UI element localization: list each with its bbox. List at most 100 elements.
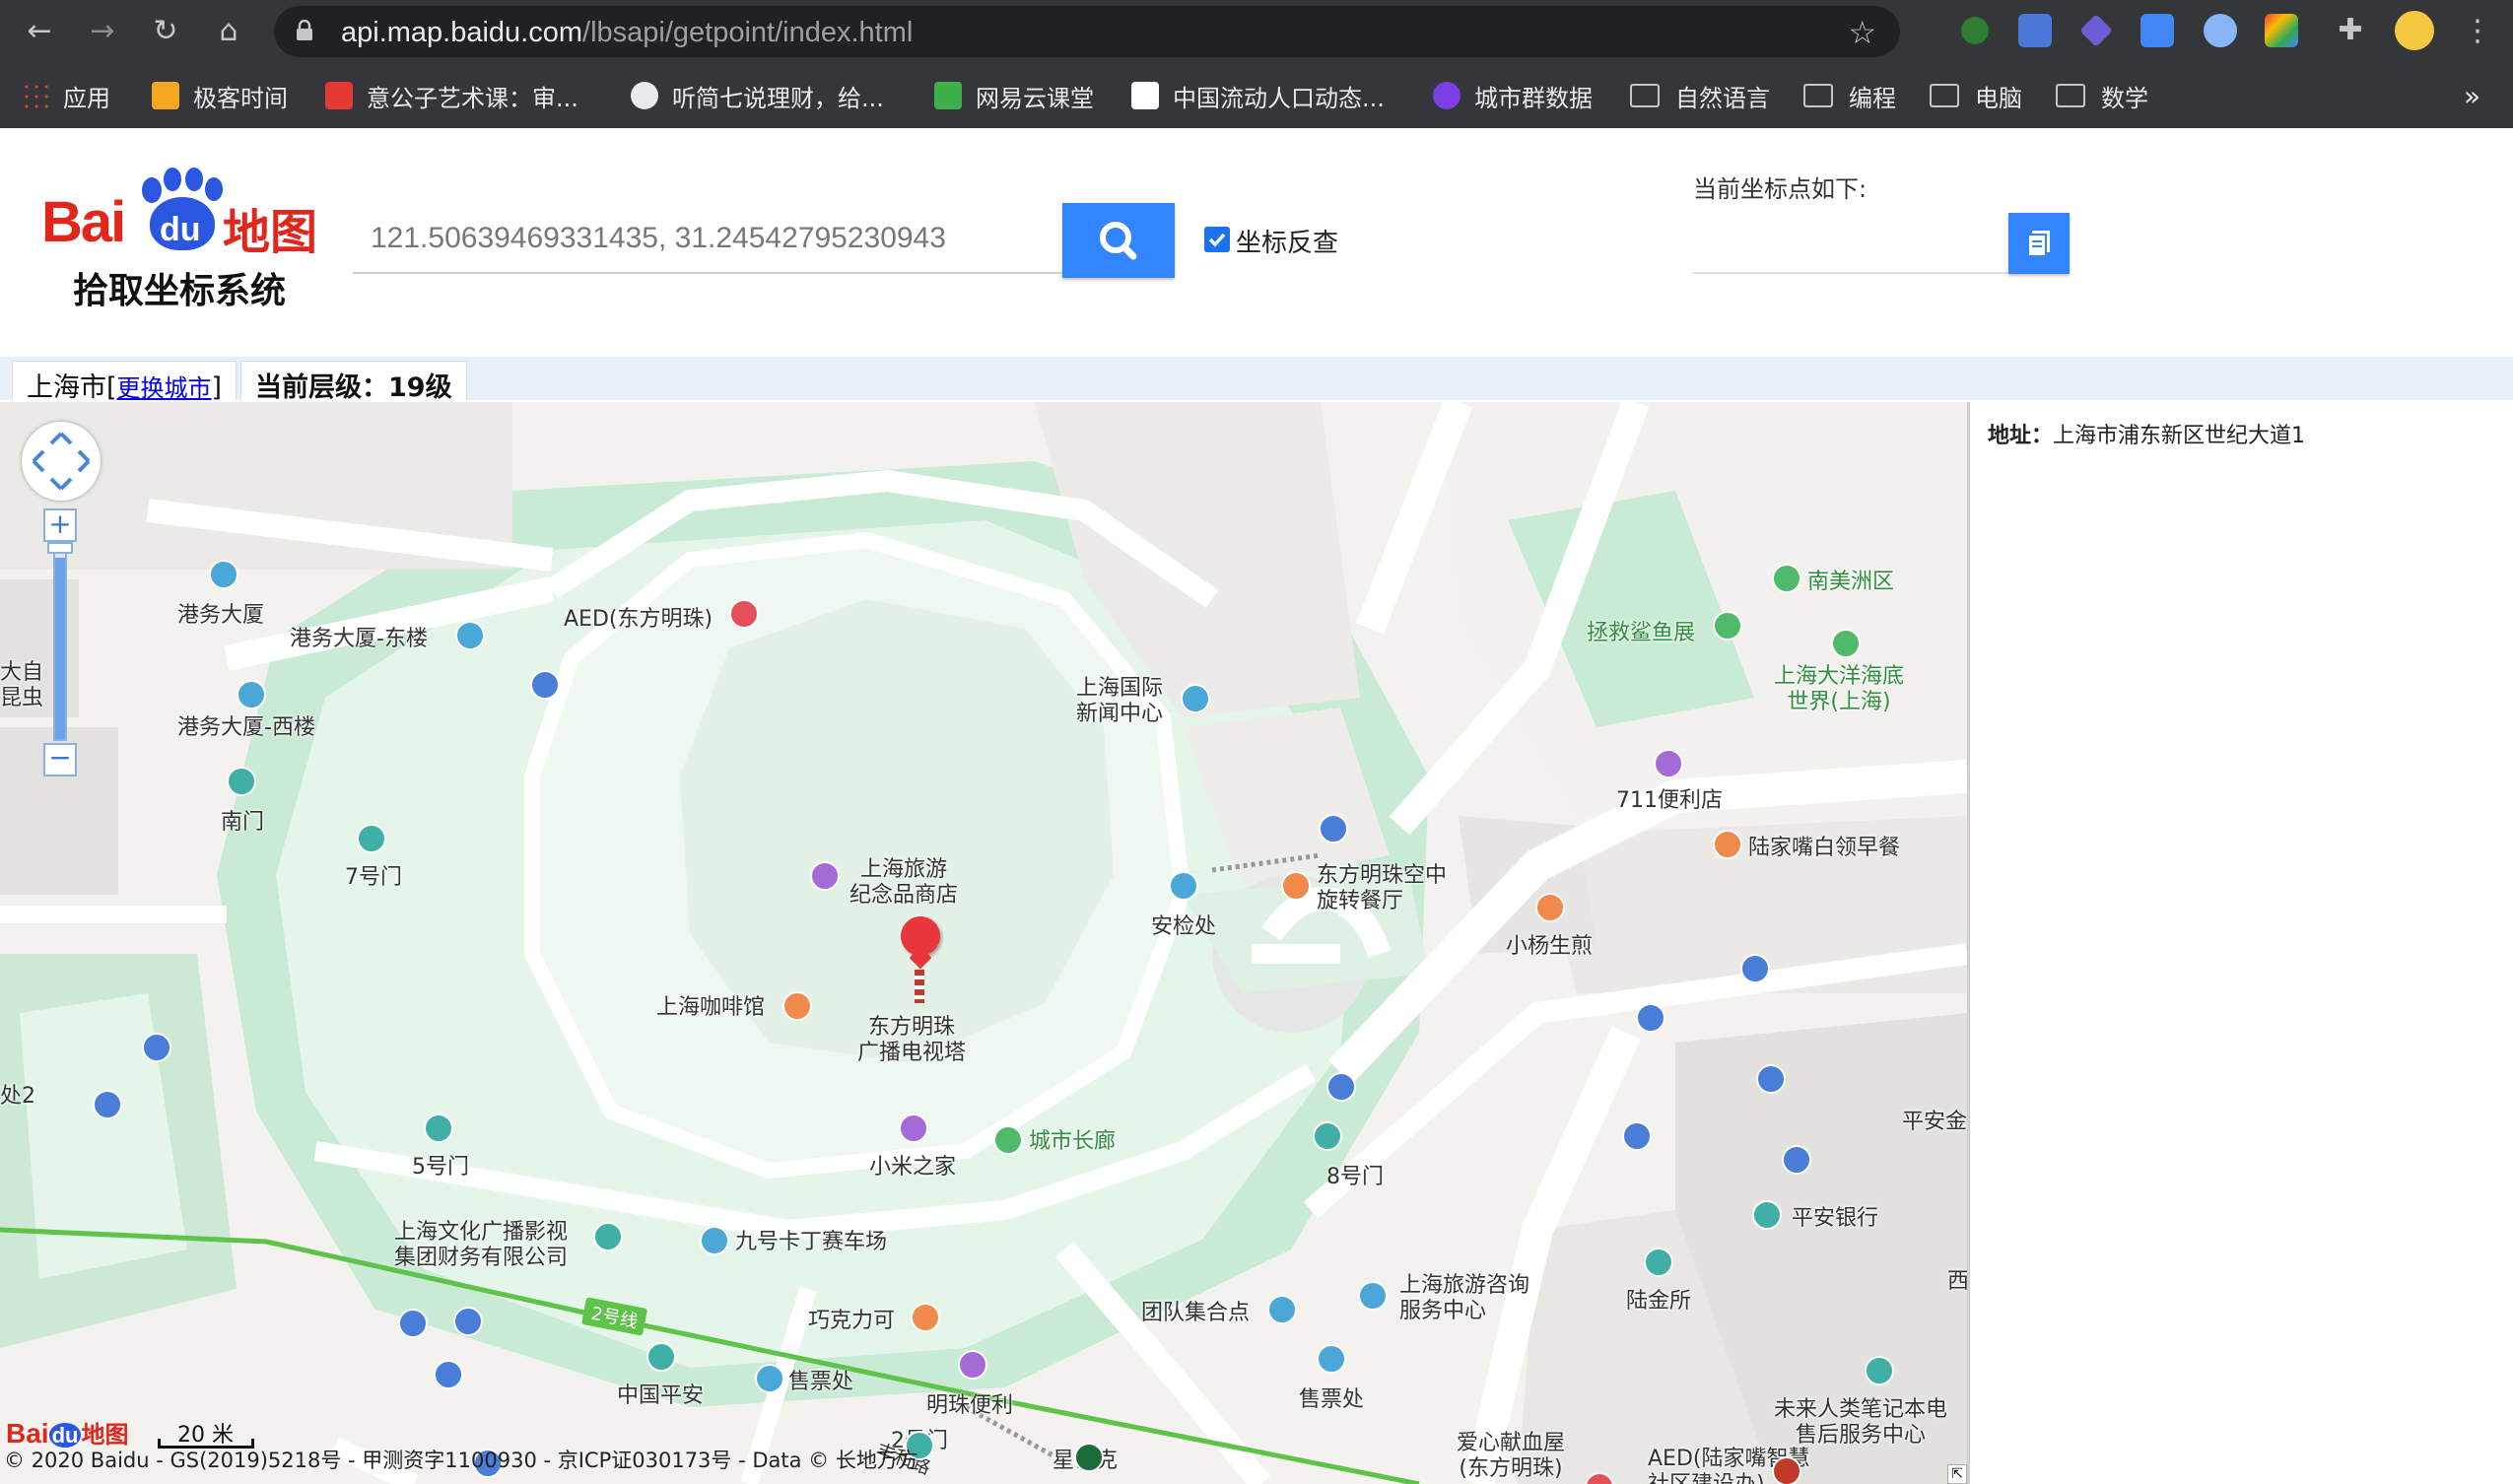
poi-finance-company[interactable]: 上海文化广播影视 集团财务有限公司 <box>394 1220 568 1271</box>
info-icon[interactable] <box>1358 1281 1388 1311</box>
parking-icon[interactable] <box>453 1307 483 1336</box>
zoom-in-button[interactable]: + <box>43 508 77 542</box>
mcdonalds-icon[interactable] <box>1772 1456 1801 1484</box>
building-icon[interactable] <box>1181 684 1210 713</box>
bus-icon[interactable] <box>1622 1121 1652 1151</box>
extension-green-icon[interactable] <box>1961 17 1989 44</box>
gate-icon[interactable] <box>424 1113 453 1143</box>
store-icon[interactable] <box>958 1350 987 1380</box>
home-icon[interactable]: ⌂ <box>211 14 246 49</box>
parking-icon[interactable] <box>1740 954 1770 983</box>
poi-mz-store[interactable]: 明珠便利 <box>926 1393 1013 1419</box>
parking-icon[interactable] <box>530 670 560 700</box>
poi-gangwu-east[interactable]: 港务大厦-东楼 <box>290 627 428 652</box>
poi-news-center[interactable]: 上海国际 新闻中心 <box>1076 676 1163 727</box>
building-icon[interactable] <box>237 680 266 709</box>
poi-gate-8[interactable]: 8号门 <box>1326 1165 1384 1190</box>
poi-gangwu[interactable]: 港务大厦 <box>177 603 264 629</box>
poi-gate-5[interactable]: 5号门 <box>412 1155 469 1180</box>
shop-icon[interactable] <box>899 1113 928 1143</box>
baidu-map-logo[interactable]: Bai du 地图 拾取坐标系统 <box>41 168 327 315</box>
shop-icon[interactable] <box>810 861 840 891</box>
scenic-icon[interactable] <box>993 1125 1023 1155</box>
forward-arrow-icon[interactable]: → <box>85 14 120 49</box>
store-icon[interactable] <box>1654 749 1683 778</box>
parking-icon[interactable] <box>434 1360 463 1389</box>
parking-icon[interactable] <box>142 1033 171 1062</box>
ticket-icon[interactable] <box>1317 1344 1346 1374</box>
aed-icon[interactable] <box>729 599 759 629</box>
expand-corner-icon[interactable]: ⇱ <box>1947 1464 1967 1484</box>
zoom-slider[interactable] <box>53 544 67 741</box>
bookmarks-more[interactable]: » <box>2464 79 2480 112</box>
parking-icon[interactable] <box>398 1309 428 1338</box>
location-marker-icon[interactable] <box>901 916 940 1015</box>
bus-icon[interactable] <box>1636 1003 1665 1033</box>
copy-button[interactable] <box>2008 213 2070 274</box>
bank-icon[interactable] <box>1752 1200 1782 1230</box>
poi-lufax[interactable]: 陆金所 <box>1626 1289 1691 1315</box>
poi-cafe[interactable]: 上海咖啡馆 <box>656 995 765 1021</box>
change-city-link[interactable]: 更换城市 <box>117 374 212 402</box>
restaurant-icon[interactable] <box>1535 893 1565 922</box>
bank-icon[interactable] <box>1644 1248 1673 1277</box>
poi-south-america[interactable]: 南美洲区 <box>1807 570 1894 595</box>
bookmark-folder-nlp[interactable]: 自然语言 <box>1630 79 1770 112</box>
poi-future-laptop[interactable]: 未来人类笔记本电 售后服务中心 <box>1774 1397 1947 1449</box>
extension-circle-icon[interactable] <box>2204 14 2237 47</box>
parking-icon[interactable] <box>1782 1145 1811 1175</box>
zoom-out-button[interactable]: − <box>43 743 77 776</box>
avatar[interactable] <box>2395 11 2434 50</box>
poi-gangwu-west[interactable]: 港务大厦-西楼 <box>177 715 315 741</box>
map-canvas[interactable]: 港务大厦 港务大厦-东楼 港务大厦-西楼 AED(东方明珠) 南门 7号门 5号… <box>0 402 1967 1484</box>
extension-cube-icon[interactable] <box>2079 14 2113 47</box>
poi-insect[interactable]: 大自 昆虫 <box>0 660 43 711</box>
parking-icon[interactable] <box>93 1090 122 1119</box>
bookmark-jianqi[interactable]: 听简七说理财，给... <box>631 79 884 112</box>
poi-tour-info[interactable]: 上海旅游咨询 服务中心 <box>1399 1273 1529 1324</box>
kart-icon[interactable] <box>700 1226 729 1255</box>
poi-ljz-breakfast[interactable]: 陆家嘴白领早餐 <box>1748 836 1900 861</box>
cake-icon[interactable] <box>911 1303 940 1332</box>
poi-group-point[interactable]: 团队集合点 <box>1141 1301 1250 1326</box>
poi-oriental-pearl-tower[interactable]: 东方明珠 广播电视塔 <box>857 1015 966 1066</box>
bank-icon[interactable] <box>646 1342 676 1372</box>
poi-security[interactable]: 安检处 <box>1151 914 1216 940</box>
bookmark-yigongzi[interactable]: 意公子艺术课：审... <box>325 79 578 112</box>
scenic-icon[interactable] <box>1713 611 1742 641</box>
poi-711[interactable]: 711便利店 <box>1616 788 1723 814</box>
restaurant-icon[interactable] <box>1713 830 1742 859</box>
bookmark-apps[interactable]: 应用 <box>22 79 110 112</box>
pan-control[interactable] <box>22 422 101 501</box>
gate-icon[interactable] <box>1313 1121 1342 1151</box>
reverse-lookup-label[interactable]: 坐标反查 <box>1236 223 1338 259</box>
extension-colorful-icon[interactable] <box>2265 14 2298 47</box>
poi-xiaoyang[interactable]: 小杨生煎 <box>1506 934 1593 960</box>
poi-shark-exhibit[interactable]: 拯救鲨鱼展 <box>1587 621 1695 646</box>
scenic-icon[interactable] <box>1831 629 1861 658</box>
extension-blue-icon[interactable] <box>2018 14 2052 47</box>
poi-chocolate[interactable]: 巧克力可 <box>808 1309 895 1334</box>
gate-icon[interactable] <box>357 824 386 853</box>
restaurant-icon[interactable] <box>1281 871 1311 901</box>
puzzle-extensions-icon[interactable]: ✚ <box>2334 14 2367 47</box>
search-button[interactable] <box>1062 203 1175 278</box>
security-icon[interactable] <box>1169 871 1198 901</box>
building-icon[interactable] <box>455 621 485 650</box>
current-point-field[interactable] <box>1693 213 2008 274</box>
poi-souvenir-shop[interactable]: 上海旅游 纪念品商店 <box>849 857 958 909</box>
poi-xiaomi[interactable]: 小米之家 <box>869 1155 956 1180</box>
poi-aed-dfmz[interactable]: AED(东方明珠) <box>564 607 713 633</box>
poi-pingan-china[interactable]: 中国平安 <box>617 1383 704 1409</box>
building-icon[interactable] <box>209 560 238 589</box>
bookmark-chengshiqun[interactable]: 城市群数据 <box>1433 79 1593 112</box>
poi-xi[interactable]: 西 <box>1947 1269 1967 1295</box>
poi-blood-house[interactable]: 爱心献血屋 (东方明珠) <box>1457 1431 1565 1482</box>
poi-kart[interactable]: 九号卡丁赛车场 <box>735 1230 887 1255</box>
zoom-slider-handle[interactable] <box>47 542 73 554</box>
reload-icon[interactable]: ↻ <box>148 14 183 49</box>
cafe-icon[interactable] <box>782 991 812 1021</box>
parking-icon[interactable] <box>1756 1064 1786 1094</box>
bookmark-netease[interactable]: 网易云课堂 <box>934 79 1094 112</box>
bank-icon[interactable] <box>593 1222 623 1251</box>
